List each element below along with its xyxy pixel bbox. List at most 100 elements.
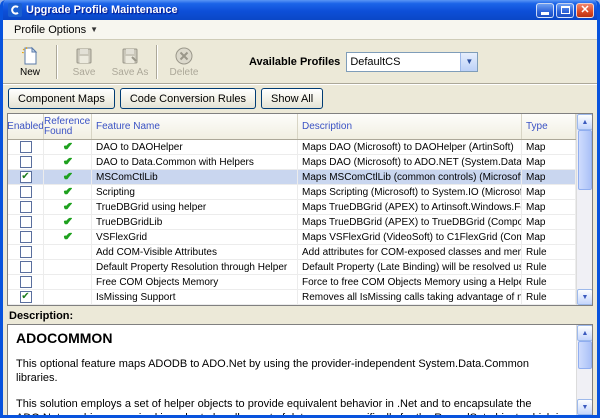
toolbar: New Save Save As De bbox=[3, 40, 597, 84]
reference-found-cell: ✔ bbox=[44, 185, 92, 199]
enabled-checkbox[interactable] bbox=[20, 231, 32, 243]
reference-found-cell: ✔ bbox=[44, 200, 92, 214]
enabled-cell bbox=[8, 200, 44, 214]
enabled-checkbox[interactable] bbox=[20, 156, 32, 168]
enabled-checkbox[interactable] bbox=[20, 186, 32, 198]
scrollbar-track[interactable] bbox=[577, 341, 592, 399]
close-button[interactable]: ✕ bbox=[576, 3, 594, 18]
table-row[interactable]: ✔ScriptingMaps Scripting (Microsoft) to … bbox=[8, 185, 576, 200]
feature-name-cell: TrueDBGridLib bbox=[92, 215, 298, 229]
maximize-icon bbox=[561, 6, 570, 14]
feature-description-cell: Default Property (Late Binding) will be … bbox=[298, 260, 522, 274]
table-row[interactable]: ✔✔MSComCtlLibMaps MSComCtlLib (common co… bbox=[8, 170, 576, 185]
enabled-cell bbox=[8, 260, 44, 274]
column-header-description[interactable]: Description bbox=[298, 114, 522, 139]
delete-icon bbox=[174, 46, 194, 66]
table-row[interactable]: ✔IsMissing SupportRemoves all IsMissing … bbox=[8, 290, 576, 305]
enabled-checkbox[interactable] bbox=[20, 246, 32, 258]
grid-vertical-scrollbar[interactable]: ▲ ▼ bbox=[576, 114, 592, 305]
minimize-icon bbox=[541, 12, 549, 15]
enabled-checkbox[interactable] bbox=[20, 276, 32, 288]
scroll-up-button[interactable]: ▲ bbox=[577, 114, 593, 130]
column-header-reference-found[interactable]: Reference Found bbox=[44, 114, 92, 139]
save-button[interactable]: Save bbox=[61, 42, 107, 82]
save-as-button-label: Save As bbox=[112, 67, 149, 78]
save-as-button[interactable]: Save As bbox=[107, 42, 153, 82]
table-row[interactable]: Default Property Resolution through Help… bbox=[8, 260, 576, 275]
scroll-down-button[interactable]: ▼ bbox=[577, 289, 593, 305]
column-header-enabled[interactable]: Enabled bbox=[8, 114, 44, 139]
feature-description-cell: Maps MSComCtlLib (common controls) (Micr… bbox=[298, 170, 522, 184]
feature-type-cell: Rule bbox=[522, 290, 576, 304]
enabled-checkbox[interactable] bbox=[20, 216, 32, 228]
scroll-up-button[interactable]: ▲ bbox=[577, 325, 593, 341]
show-all-button[interactable]: Show All bbox=[261, 88, 323, 109]
component-maps-button[interactable]: Component Maps bbox=[8, 88, 115, 109]
feature-type-cell: Map bbox=[522, 200, 576, 214]
table-row[interactable]: ✔DAO to Data.Common with HelpersMaps DAO… bbox=[8, 155, 576, 170]
reference-found-check-icon: ✔ bbox=[63, 231, 72, 244]
reference-found-cell bbox=[44, 260, 92, 274]
menu-profile-options[interactable]: Profile Options ▼ bbox=[7, 22, 105, 38]
feature-description-cell: Add attributes for COM-exposed classes a… bbox=[298, 245, 522, 259]
feature-name-cell: IsMissing Support bbox=[92, 290, 298, 304]
enabled-checkbox[interactable] bbox=[20, 141, 32, 153]
table-row[interactable]: ✔ VSFlexGridMaps VSFlexGrid (VideoSoft) t… bbox=[8, 230, 576, 245]
description-paragraph: This solution employs a set of helper ob… bbox=[16, 397, 568, 415]
code-conversion-rules-button[interactable]: Code Conversion Rules bbox=[120, 88, 256, 109]
column-header-type[interactable]: Type bbox=[522, 114, 576, 139]
enabled-cell bbox=[8, 275, 44, 289]
feature-description-cell: Maps VSFlexGrid (VideoSoft) to C1FlexGri… bbox=[298, 230, 522, 244]
maximize-button[interactable] bbox=[556, 3, 574, 18]
reference-found-check-icon: ✔ bbox=[63, 201, 72, 214]
arrow-down-icon: ▼ bbox=[582, 404, 589, 411]
feature-grid: Enabled Reference Found Feature Name Des… bbox=[7, 113, 593, 306]
feature-name-cell: MSComCtlLib bbox=[92, 170, 298, 184]
enabled-cell: ✔ bbox=[8, 170, 44, 184]
feature-name-cell: DAO to DAOHelper bbox=[92, 140, 298, 154]
table-row[interactable]: Free COM Objects MemoryForce to free COM… bbox=[8, 275, 576, 290]
feature-name-cell: TrueDBGrid using helper bbox=[92, 200, 298, 214]
feature-type-cell: Map bbox=[522, 170, 576, 184]
app-icon bbox=[8, 3, 22, 17]
feature-type-cell: Map bbox=[522, 230, 576, 244]
scrollbar-track[interactable] bbox=[577, 130, 592, 289]
feature-name-cell: VSFlexGrid bbox=[92, 230, 298, 244]
table-row[interactable]: ✔DAO to DAOHelperMaps DAO (Microsoft) to… bbox=[8, 140, 576, 155]
combo-dropdown-icon[interactable]: ▼ bbox=[460, 53, 477, 71]
description-label: Description: bbox=[9, 310, 591, 322]
filter-bar: Component Maps Code Conversion Rules Sho… bbox=[3, 84, 597, 112]
toolbar-separator bbox=[156, 45, 158, 79]
enabled-checkbox[interactable]: ✔ bbox=[20, 291, 32, 303]
enabled-checkbox[interactable] bbox=[20, 201, 32, 213]
description-paragraph: This optional feature maps ADODB to ADO.… bbox=[16, 357, 568, 385]
arrow-up-icon: ▲ bbox=[582, 330, 589, 337]
enabled-cell bbox=[8, 155, 44, 169]
reference-found-cell: ✔ bbox=[44, 230, 92, 244]
description-box[interactable]: ADOCOMMON This optional feature maps ADO… bbox=[7, 324, 593, 416]
titlebar[interactable]: Upgrade Profile Maintenance ✕ bbox=[3, 0, 597, 20]
feature-name-cell: Scripting bbox=[92, 185, 298, 199]
table-row[interactable]: Add COM-Visible AttributesAdd attributes… bbox=[8, 245, 576, 260]
enabled-checkbox[interactable] bbox=[20, 261, 32, 273]
scrollbar-thumb[interactable] bbox=[578, 130, 592, 190]
scrollbar-thumb[interactable] bbox=[578, 341, 592, 369]
grid-header-row: Enabled Reference Found Feature Name Des… bbox=[8, 114, 576, 140]
new-button[interactable]: New bbox=[7, 42, 53, 82]
enabled-checkbox[interactable]: ✔ bbox=[20, 171, 32, 183]
menu-profile-options-label: Profile Options bbox=[14, 24, 86, 36]
column-header-feature-name[interactable]: Feature Name bbox=[92, 114, 298, 139]
enabled-cell bbox=[8, 185, 44, 199]
delete-button-label: Delete bbox=[170, 67, 199, 78]
reference-found-cell bbox=[44, 245, 92, 259]
delete-button[interactable]: Delete bbox=[161, 42, 207, 82]
reference-found-check-icon: ✔ bbox=[63, 141, 72, 154]
description-vertical-scrollbar[interactable]: ▲ ▼ bbox=[576, 325, 592, 415]
minimize-button[interactable] bbox=[536, 3, 554, 18]
scroll-down-button[interactable]: ▼ bbox=[577, 399, 593, 415]
feature-description-cell: Force to free COM Objects Memory using a… bbox=[298, 275, 522, 289]
reference-found-cell: ✔ bbox=[44, 140, 92, 154]
table-row[interactable]: ✔TrueDBGrid using helperMaps TrueDBGrid … bbox=[8, 200, 576, 215]
available-profiles-select[interactable]: DefaultCS ▼ bbox=[346, 52, 478, 72]
table-row[interactable]: ✔TrueDBGridLibMaps TrueDBGrid (APEX) to … bbox=[8, 215, 576, 230]
